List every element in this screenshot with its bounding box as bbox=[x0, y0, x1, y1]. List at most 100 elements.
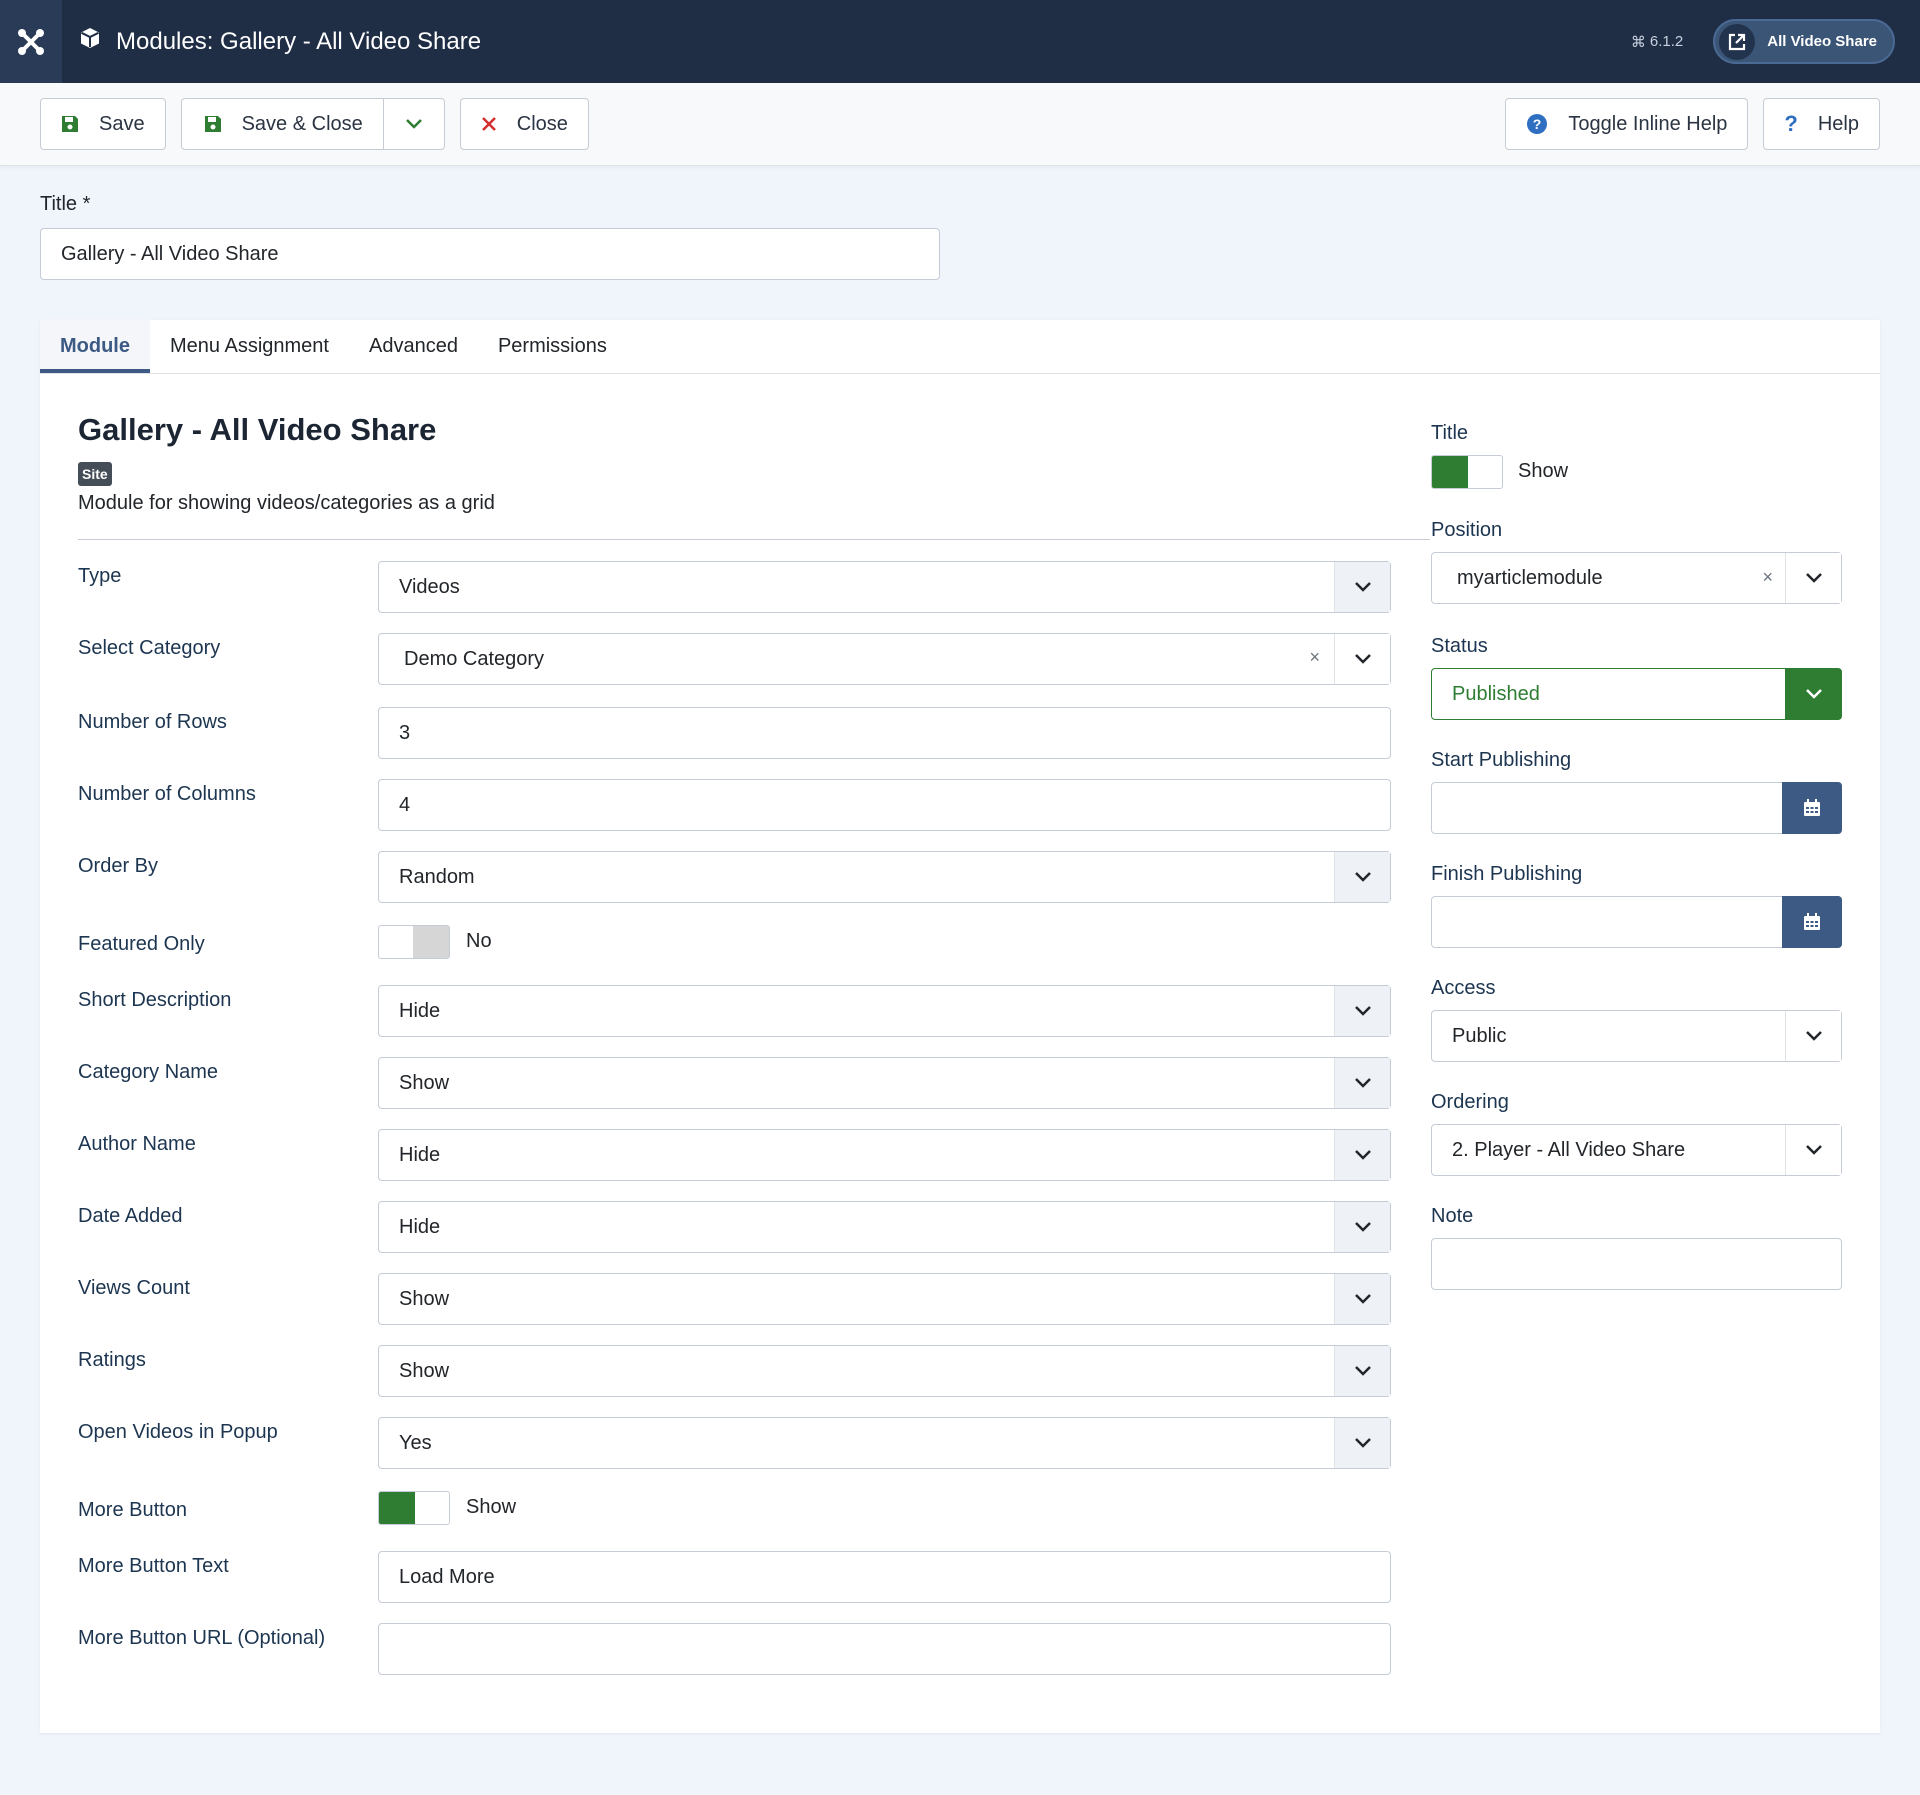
type-label: Type bbox=[78, 565, 122, 587]
chevron-down-icon bbox=[1334, 1202, 1390, 1252]
version-label: ⌘ 6.1.2 bbox=[1630, 33, 1684, 51]
more-button-toggle[interactable] bbox=[378, 1491, 450, 1525]
note-input[interactable] bbox=[1431, 1238, 1842, 1290]
clear-icon[interactable]: × bbox=[1309, 647, 1320, 668]
tab-permissions[interactable]: Permissions bbox=[478, 319, 627, 373]
field-date-added: Date Added Hide bbox=[78, 1201, 1430, 1255]
category-name-select[interactable]: Show bbox=[378, 1057, 1391, 1109]
more-url-input[interactable] bbox=[378, 1623, 1391, 1675]
columns-label: Number of Columns bbox=[78, 783, 256, 805]
side-title-label: Title bbox=[1431, 422, 1469, 444]
more-text-input[interactable]: Load More bbox=[378, 1551, 1391, 1603]
field-author-name: Author Name Hide bbox=[78, 1129, 1430, 1183]
chevron-down-icon bbox=[1334, 1418, 1390, 1468]
date-added-label: Date Added bbox=[78, 1205, 183, 1227]
title-input[interactable]: Gallery - All Video Share bbox=[40, 228, 940, 280]
toggle-inline-help-button[interactable]: ? Toggle Inline Help bbox=[1505, 98, 1749, 150]
joomla-mini-icon: ⌘ bbox=[1630, 33, 1646, 51]
chevron-down-icon bbox=[1785, 669, 1841, 719]
page-title: Modules: Gallery - All Video Share bbox=[78, 26, 481, 57]
divider bbox=[78, 539, 1430, 540]
module-title: Gallery - All Video Share bbox=[78, 412, 437, 447]
view-site-button[interactable]: All Video Share bbox=[1713, 19, 1895, 64]
svg-text:?: ? bbox=[1533, 116, 1542, 132]
order-by-label: Order By bbox=[78, 855, 159, 877]
featured-toggle[interactable] bbox=[378, 925, 450, 959]
finish-publishing-input[interactable] bbox=[1431, 896, 1842, 948]
ratings-label: Ratings bbox=[78, 1349, 146, 1371]
field-featured: Featured Only No bbox=[78, 923, 1430, 977]
chevron-down-icon bbox=[1785, 1011, 1841, 1061]
field-views-count: Views Count Show bbox=[78, 1273, 1430, 1327]
calendar-icon[interactable] bbox=[1782, 782, 1842, 834]
chevron-down-icon bbox=[1334, 562, 1390, 612]
tab-bar: Module Menu Assignment Advanced Permissi… bbox=[40, 319, 1880, 374]
status-label: Status bbox=[1431, 635, 1488, 657]
chevron-down-icon bbox=[1785, 1125, 1841, 1175]
tab-menu-assignment[interactable]: Menu Assignment bbox=[150, 319, 349, 373]
order-by-select[interactable]: Random bbox=[378, 851, 1391, 903]
access-select[interactable]: Public bbox=[1431, 1010, 1842, 1062]
short-description-select[interactable]: Hide bbox=[378, 985, 1391, 1037]
category-label: Select Category bbox=[78, 637, 221, 659]
chevron-down-icon bbox=[1334, 1130, 1390, 1180]
module-card: Module Menu Assignment Advanced Permissi… bbox=[40, 319, 1880, 1733]
field-category-name: Category Name Show bbox=[78, 1057, 1430, 1111]
joomla-logo-icon[interactable] bbox=[0, 0, 62, 83]
date-added-select[interactable]: Hide bbox=[378, 1201, 1391, 1253]
field-order-by: Order By Random bbox=[78, 851, 1430, 905]
ordering-select[interactable]: 2. Player - All Video Share bbox=[1431, 1124, 1842, 1176]
columns-input[interactable]: 4 bbox=[378, 779, 1391, 831]
chevron-down-icon bbox=[1334, 1274, 1390, 1324]
views-count-label: Views Count bbox=[78, 1277, 190, 1299]
module-description: Module for showing videos/categories as … bbox=[78, 492, 495, 514]
field-more-text: More Button Text Load More bbox=[78, 1551, 1430, 1605]
featured-label: Featured Only bbox=[78, 933, 205, 955]
popup-select[interactable]: Yes bbox=[378, 1417, 1391, 1469]
category-name-label: Category Name bbox=[78, 1061, 219, 1083]
type-select[interactable]: Videos bbox=[378, 561, 1391, 613]
short-description-label: Short Description bbox=[78, 989, 232, 1011]
field-category: Select Category Demo Category × bbox=[78, 633, 1430, 687]
views-count-select[interactable]: Show bbox=[378, 1273, 1391, 1325]
rows-input[interactable]: 3 bbox=[378, 707, 1391, 759]
field-popup: Open Videos in Popup Yes bbox=[78, 1417, 1430, 1471]
save-button[interactable]: Save bbox=[40, 98, 166, 150]
side-title-value: Show bbox=[1518, 460, 1569, 482]
category-select[interactable]: Demo Category × bbox=[378, 633, 1391, 685]
save-close-group: Save & Close bbox=[180, 98, 445, 150]
rows-label: Number of Rows bbox=[78, 711, 227, 733]
side-title-toggle[interactable] bbox=[1431, 455, 1503, 489]
ordering-label: Ordering bbox=[1431, 1091, 1509, 1113]
finish-publishing-label: Finish Publishing bbox=[1431, 863, 1583, 885]
chevron-down-icon bbox=[1334, 986, 1390, 1036]
more-button-value: Show bbox=[466, 1496, 517, 1518]
status-select[interactable]: Published bbox=[1431, 668, 1842, 720]
chevron-down-icon bbox=[1334, 1346, 1390, 1396]
calendar-icon[interactable] bbox=[1782, 896, 1842, 948]
top-header: Modules: Gallery - All Video Share ⌘ 6.1… bbox=[0, 0, 1920, 83]
help-button[interactable]: ? Help bbox=[1763, 98, 1880, 150]
start-publishing-label: Start Publishing bbox=[1431, 749, 1572, 771]
ratings-select[interactable]: Show bbox=[378, 1345, 1391, 1397]
tab-module[interactable]: Module bbox=[40, 319, 150, 373]
position-label: Position bbox=[1431, 519, 1503, 541]
clear-icon[interactable]: × bbox=[1762, 567, 1773, 588]
tab-advanced[interactable]: Advanced bbox=[349, 319, 478, 373]
toolbar: Save Save & Close Close ? Toggle Inline … bbox=[0, 83, 1920, 166]
position-select[interactable]: myarticlemodule × bbox=[1431, 552, 1842, 604]
start-publishing-input[interactable] bbox=[1431, 782, 1842, 834]
author-name-select[interactable]: Hide bbox=[378, 1129, 1391, 1181]
chevron-down-icon bbox=[1334, 852, 1390, 902]
save-options-dropdown[interactable] bbox=[384, 99, 444, 149]
cube-icon bbox=[78, 26, 102, 57]
featured-value: No bbox=[466, 930, 492, 952]
question-circle-icon: ? bbox=[1526, 113, 1548, 135]
field-type: Type Videos bbox=[78, 561, 1430, 615]
chevron-down-icon bbox=[1334, 1058, 1390, 1108]
note-label: Note bbox=[1431, 1205, 1474, 1227]
more-text-label: More Button Text bbox=[78, 1555, 229, 1577]
save-close-button[interactable]: Save & Close bbox=[182, 99, 384, 149]
close-button[interactable]: Close bbox=[459, 98, 589, 150]
chevron-down-icon bbox=[405, 113, 423, 136]
